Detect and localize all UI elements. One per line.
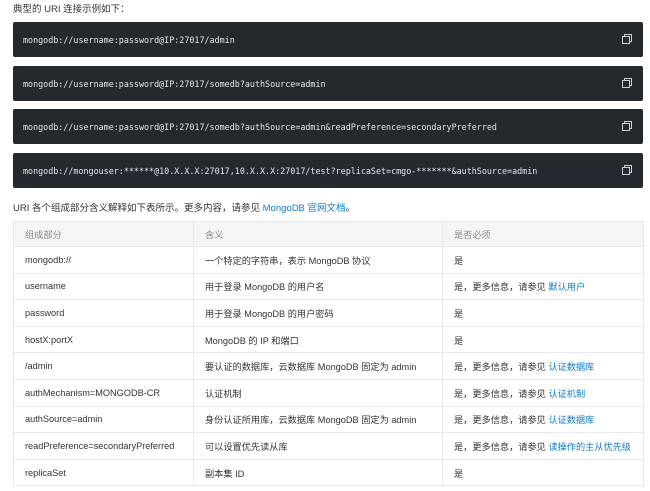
- required-text: 是: [454, 335, 464, 346]
- code-block: mongodb://username:password@IP:27017/som…: [13, 66, 643, 101]
- table-row: authSource=admin 身份认证所用库，云数据库 MongoDB 固定为…: [13, 405, 644, 434]
- description-text: URI 各个组成部分含义解释如下表所示。更多内容，请参见: [13, 203, 263, 214]
- copy-icon[interactable]: [621, 77, 633, 89]
- code-block: mongodb://mongouser:******@10.X.X.X:2701…: [13, 153, 643, 188]
- code-block: mongodb://username:password@IP:27017/adm…: [13, 22, 643, 57]
- required-cell: 是: [442, 299, 644, 327]
- component-cell: replicaSet: [13, 458, 194, 487]
- table-row: authMechanism=MONGODB-CR 认证机制 是，更多信息，请参见 认…: [13, 378, 644, 407]
- component-cell: authSource=admin: [13, 405, 194, 434]
- table-row: /admin 要认证的数据库，云数据库 MongoDB 固定为 admin 是，更多…: [13, 352, 644, 380]
- required-cell: 是: [442, 325, 644, 354]
- description-suffix: 。: [345, 203, 356, 214]
- component-cell: password: [13, 299, 194, 327]
- code-block: mongodb://username:password@IP:27017/som…: [13, 109, 643, 144]
- mongodb-docs-link[interactable]: MongoDB 官网文档: [263, 203, 346, 214]
- required-text: 是: [454, 255, 464, 266]
- meaning-cell: 要认证的数据库，云数据库 MongoDB 固定为 admin: [193, 352, 443, 380]
- required-cell: 是，更多信息，请参见 认证数据库: [442, 352, 644, 380]
- copy-icon[interactable]: [621, 120, 633, 132]
- required-cell: 是，更多信息，请参见 认证机制: [442, 378, 644, 407]
- table-row: password 用于登录 MongoDB 的用户密码是: [13, 299, 644, 327]
- copy-icon[interactable]: [621, 33, 633, 45]
- required-text: 是，更多信息，请参见: [454, 362, 549, 373]
- component-cell: readPreference=secondaryPreferred: [13, 432, 194, 460]
- table-row: readPreference=secondaryPreferred 可以设置优先读…: [13, 432, 644, 460]
- doc-link[interactable]: 默认用户: [548, 282, 585, 292]
- required-cell: 是，更多信息，请参见 认证数据库: [442, 405, 644, 434]
- doc-link[interactable]: 读操作的主从优先级: [548, 442, 631, 452]
- code-text: mongodb://username:password@IP:27017/som…: [23, 121, 497, 132]
- column-header: 是否必须: [442, 221, 644, 247]
- copy-icon[interactable]: [621, 164, 633, 176]
- component-cell: authMechanism=MONGODB-CR: [13, 378, 194, 407]
- table-header-row: 组成部分 含义 是否必须: [13, 221, 644, 247]
- component-cell: hostX:portX: [13, 325, 194, 354]
- table-row: hostX:portX MongoDB 的 IP 和端口是: [13, 325, 644, 354]
- required-cell: 是: [442, 246, 644, 274]
- table-row: replicaSet 副本集 ID 是: [13, 458, 644, 487]
- required-text: 是: [454, 468, 464, 479]
- code-text: mongodb://username:password@IP:27017/som…: [23, 78, 326, 89]
- doc-link[interactable]: 认证数据库: [548, 362, 594, 372]
- intro-text: 典型的 URI 连接示例如下：: [13, 4, 130, 15]
- required-text: 是，更多信息，请参见: [454, 415, 549, 426]
- meaning-cell: 认证机制: [193, 378, 443, 407]
- doc-link[interactable]: 认证数据库: [548, 415, 594, 425]
- code-text: mongodb://mongouser:******@10.X.X.X:2701…: [23, 165, 538, 176]
- required-cell: 是: [442, 458, 644, 487]
- uri-components-table: 组成部分 含义 是否必须 mongodb://一个特定的字符串，表示 Mongo…: [13, 221, 644, 487]
- meaning-cell: 一个特定的字符串，表示 MongoDB 协议: [193, 246, 443, 274]
- component-cell: mongodb://: [13, 246, 194, 274]
- meaning-cell: 用于登录 MongoDB 的用户名: [193, 272, 443, 301]
- component-cell: /admin: [13, 352, 194, 380]
- doc-link[interactable]: 认证机制: [548, 389, 585, 399]
- table-row: username 用于登录 MongoDB 的用户名 是，更多信息，请参见 默认用户: [13, 272, 644, 301]
- component-cell: username: [13, 272, 194, 301]
- required-cell: 是，更多信息，请参见 默认用户: [442, 272, 644, 301]
- meaning-cell: MongoDB 的 IP 和端口: [193, 325, 443, 354]
- meaning-cell: 用于登录 MongoDB 的用户密码: [193, 299, 443, 327]
- column-header: 组成部分: [13, 221, 194, 247]
- column-header: 含义: [193, 221, 443, 247]
- required-cell: 是，更多信息，请参见 读操作的主从优先级: [442, 432, 644, 460]
- meaning-cell: 副本集 ID: [193, 458, 443, 487]
- code-text: mongodb://username:password@IP:27017/adm…: [23, 34, 235, 45]
- required-text: 是，更多信息，请参见: [454, 282, 549, 293]
- meaning-cell: 可以设置优先读从库: [193, 432, 443, 460]
- meaning-cell: 身份认证所用库，云数据库 MongoDB 固定为 admin: [193, 405, 443, 434]
- required-text: 是，更多信息，请参见: [454, 388, 549, 399]
- table-description: URI 各个组成部分含义解释如下表所示。更多内容，请参见 MongoDB 官网文…: [13, 200, 355, 214]
- required-text: 是，更多信息，请参见: [454, 441, 549, 452]
- required-text: 是: [454, 308, 464, 319]
- table-row: mongodb://一个特定的字符串，表示 MongoDB 协议是: [13, 246, 644, 274]
